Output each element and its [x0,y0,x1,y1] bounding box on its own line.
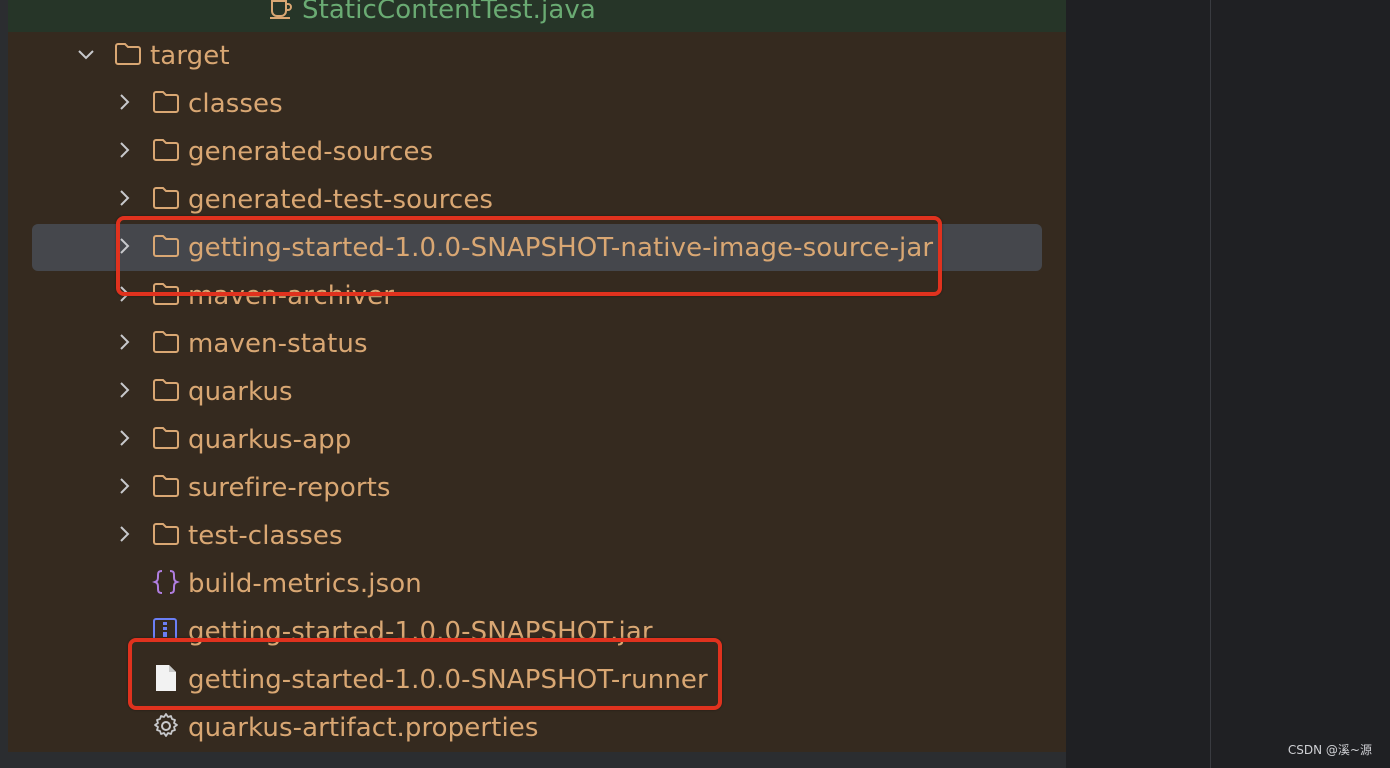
folder-icon [152,330,180,358]
chevron-right-icon[interactable] [114,524,134,548]
gear-icon [152,712,180,744]
chevron-right-icon[interactable] [114,380,134,404]
folder-icon [114,42,142,70]
editor-side-panel [1066,0,1390,768]
tree-item-folder[interactable]: quarkus [0,368,1066,416]
tree-item-label: maven-status [188,329,368,359]
tree-item-label: quarkus-artifact.properties [188,713,539,743]
java-class-icon [268,0,294,25]
tree-item-label: surefire-reports [188,473,391,503]
tree-item-label: test-classes [188,521,343,551]
chevron-right-icon[interactable] [114,428,134,452]
tree-item-label: quarkus [188,377,293,407]
tree-item-static-content-test[interactable]: StaticContentTest.java [0,0,1066,34]
tree-item-folder[interactable]: test-classes [0,512,1066,560]
tree-item-label: generated-sources [188,137,434,167]
tree-item-folder[interactable]: generated-sources [0,128,1066,176]
folder-icon [152,522,180,550]
chevron-right-icon[interactable] [114,188,134,212]
tree-item-folder[interactable]: maven-status [0,320,1066,368]
tree-item-label: quarkus-app [188,425,352,455]
chevron-right-icon[interactable] [114,332,134,356]
folder-icon [152,474,180,502]
chevron-right-icon[interactable] [114,476,134,500]
tree-item-label: generated-test-sources [188,185,494,215]
chevron-right-icon[interactable] [114,140,134,164]
highlight-box-native-source-jar [116,216,942,296]
bottom-strip [8,752,1066,768]
project-tree-panel: StaticContentTest.java target classes ge… [0,0,1066,768]
tree-item-label: build-metrics.json [188,569,422,599]
tree-item-folder[interactable]: surefire-reports [0,464,1066,512]
chevron-down-icon[interactable] [76,44,96,68]
folder-icon [152,138,180,166]
watermark-text: CSDN @溪~源 [1287,743,1372,757]
tree-item-folder[interactable]: quarkus-app [0,416,1066,464]
tree-item-folder[interactable]: classes [0,80,1066,128]
tree-item-file[interactable]: quarkus-artifact.properties [0,704,1066,752]
highlight-box-runner [128,638,722,710]
tree-item-label: target [150,41,230,71]
folder-icon [152,378,180,406]
tree-item-target[interactable]: target [0,32,1066,80]
folder-icon [152,186,180,214]
folder-icon [152,426,180,454]
tree-item-label: classes [188,89,283,119]
panel-divider [1210,0,1211,768]
tree-item-label: StaticContentTest.java [302,0,596,25]
chevron-right-icon[interactable] [114,92,134,116]
folder-icon [152,90,180,118]
tree-item-file[interactable]: build-metrics.json [0,560,1066,608]
json-braces-icon [151,568,181,600]
